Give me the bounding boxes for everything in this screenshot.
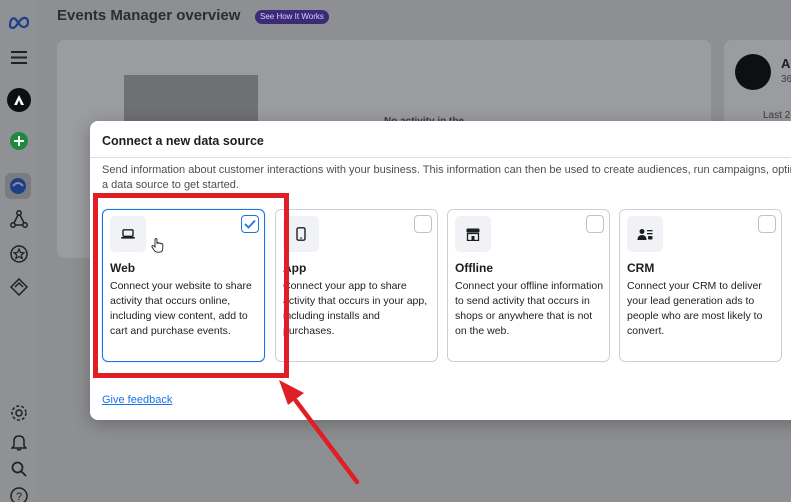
annotation-arrow <box>279 380 360 485</box>
